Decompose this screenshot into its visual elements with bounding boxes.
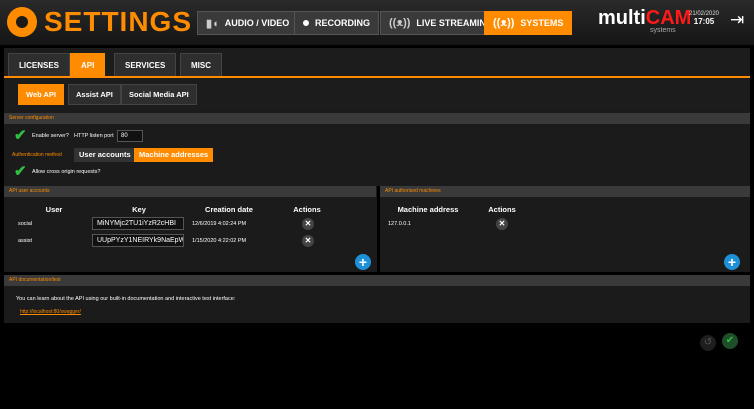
user-date: 12/6/2019 4:02:24 PM <box>192 221 247 227</box>
cors-label: Allow cross origin requests? <box>32 169 101 175</box>
apply-check-icon[interactable]: ✔ <box>722 333 738 349</box>
broadcast-icon: ((ᴥ)) <box>493 17 515 29</box>
gear-icon <box>7 7 37 37</box>
machine-address: 127.0.0.1 <box>388 221 411 227</box>
user-name: assist <box>18 238 33 244</box>
page-title: SETTINGS <box>44 6 193 37</box>
broadcast-icon: ((ᴥ)) <box>389 17 411 29</box>
col-creation-date: Creation date <box>205 205 253 214</box>
enable-server-label: Enable server? <box>32 133 69 139</box>
cors-checkbox[interactable]: ✔ <box>14 164 28 179</box>
logo-subtitle: systems <box>650 27 676 34</box>
time-label: 17:05 <box>693 17 715 26</box>
port-input[interactable]: 80 <box>117 130 143 142</box>
multicam-logo: multiCAM <box>598 7 692 29</box>
sub-tabs: Web API Assist API Social Media API <box>4 76 750 109</box>
user-name: social <box>18 221 33 227</box>
main-tabs: LICENSES API SERVICES MISC <box>4 48 750 76</box>
delete-machine-button[interactable]: ✕ <box>496 218 508 230</box>
auth-machine-addresses-button[interactable]: Machine addresses <box>134 148 214 162</box>
docs-text: You can learn about the API using our bu… <box>16 296 236 302</box>
col-machine-address: Machine address <box>397 205 459 214</box>
col-user: User <box>45 205 63 214</box>
nav-recording-button[interactable]: RECORDING <box>294 11 380 35</box>
nav-audio-video-button[interactable]: ▮◖ AUDIO / VIDEO <box>197 11 299 35</box>
add-user-button[interactable]: + <box>355 254 371 270</box>
tab-licenses[interactable]: LICENSES <box>8 53 71 76</box>
subtab-social-media-api[interactable]: Social Media API <box>121 84 197 105</box>
revert-icon[interactable]: ↺ <box>700 335 716 351</box>
docs-link[interactable]: http://localhost:80/swagger/ <box>20 309 81 315</box>
delete-user-button[interactable]: ✕ <box>302 235 314 247</box>
audio-video-icon: ▮◖ <box>206 17 219 30</box>
auth-method-label: Authentication method <box>12 152 62 158</box>
col-key: Key <box>132 205 146 214</box>
footer-area: ↺ ✔ <box>4 323 750 405</box>
date-time: 21/02/2020 17:05 <box>684 10 724 26</box>
tab-misc[interactable]: MISC <box>180 53 222 76</box>
port-label: HTTP listen port <box>74 133 114 139</box>
auth-user-accounts-button[interactable]: User accounts <box>74 148 136 162</box>
user-accounts-heading: API user accounts <box>4 186 376 197</box>
subtab-web-api[interactable]: Web API <box>18 84 65 105</box>
top-bar: SETTINGS ▮◖ AUDIO / VIDEO RECORDING ((ᴥ)… <box>0 0 754 45</box>
tab-services[interactable]: SERVICES <box>114 53 177 76</box>
enable-server-checkbox[interactable]: ✔ <box>14 128 28 143</box>
panel-divider <box>377 186 380 272</box>
tab-api[interactable]: API <box>70 53 106 76</box>
user-key[interactable]: UUpPYzY1NEIRYk9NaEpW <box>92 234 184 247</box>
exit-icon[interactable]: ⇥ <box>730 10 748 30</box>
subtab-assist-api[interactable]: Assist API <box>68 84 121 105</box>
server-config-heading: Server configuration <box>4 113 750 124</box>
delete-user-button[interactable]: ✕ <box>302 218 314 230</box>
machines-heading: API authorised machines <box>380 186 750 197</box>
user-date: 1/15/2020 4:22:02 PM <box>192 238 247 244</box>
content-area: Server configuration ✔ Enable server? HT… <box>4 109 750 405</box>
add-machine-button[interactable]: + <box>724 254 740 270</box>
col-actions: Actions <box>293 205 321 214</box>
nav-systems-button[interactable]: ((ᴥ)) SYSTEMS <box>484 11 573 35</box>
docs-heading: API documentation/test <box>4 275 750 286</box>
col-machine-actions: Actions <box>488 205 516 214</box>
record-dot-icon <box>303 20 309 26</box>
user-key[interactable]: MiNYMjc2TU1iYzR2cHBI <box>92 217 184 230</box>
